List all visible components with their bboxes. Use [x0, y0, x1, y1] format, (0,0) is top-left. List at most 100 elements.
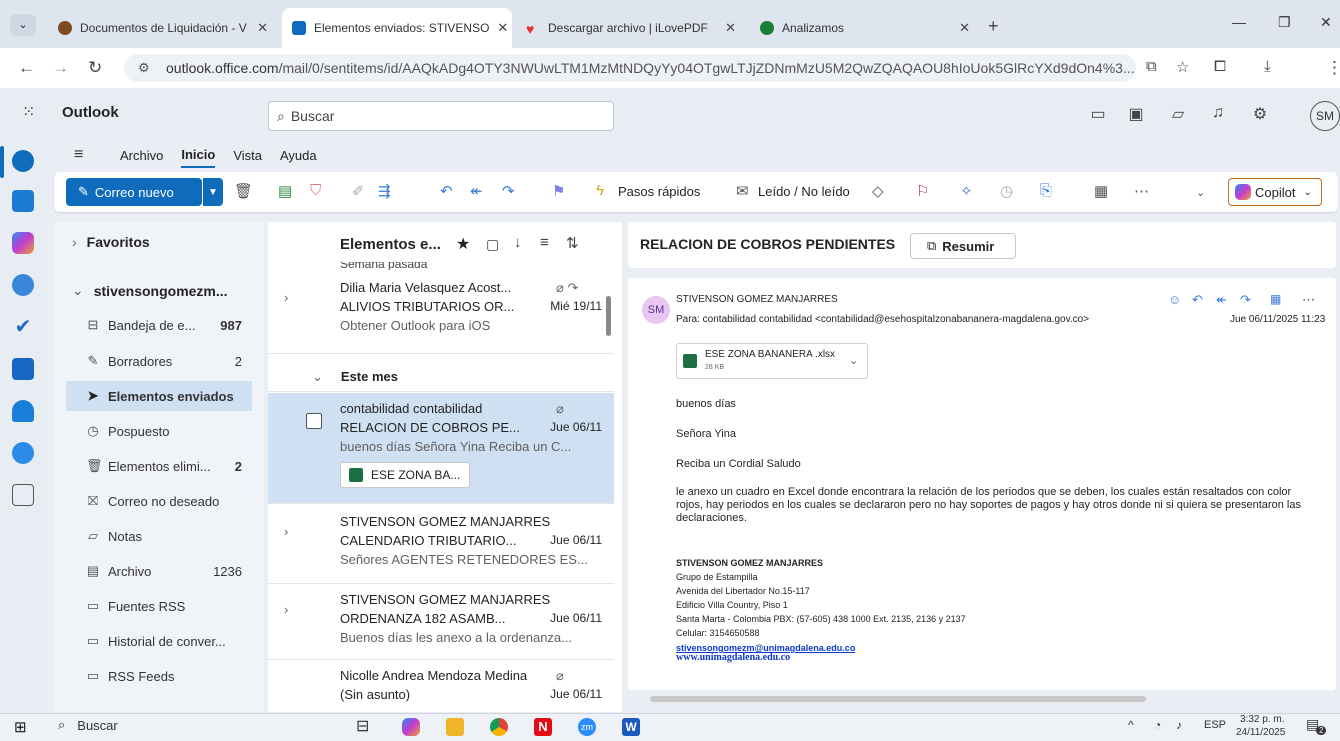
folder-snoozed[interactable]: ◷ Pospuesto: [66, 416, 252, 446]
close-tab-icon[interactable]: ✕: [257, 20, 268, 36]
message-item-1[interactable]: › ⌀ ↷ Dilia Maria Velasquez Acost... ALI…: [268, 272, 614, 354]
move-to-icon[interactable]: ⇶: [378, 182, 391, 200]
forward-mail-icon[interactable]: ↷: [502, 182, 515, 200]
chevron-down-icon[interactable]: ⌄: [849, 354, 858, 367]
install-app-icon[interactable]: ⧉: [1146, 58, 1157, 75]
apps-icon[interactable]: ▦: [1094, 182, 1108, 200]
teams-share-icon[interactable]: ⚑: [552, 182, 565, 200]
expand-chevron-icon[interactable]: ›: [284, 602, 288, 617]
more-apps-icon[interactable]: [12, 484, 34, 506]
meet-now-icon[interactable]: ▭: [1086, 104, 1110, 128]
group-header-this-month[interactable]: ⌄ Este mes: [268, 362, 614, 392]
my-day-icon[interactable]: ▱: [1166, 104, 1190, 128]
browser-tab-1[interactable]: Documentos de Liquidación - V ✕: [48, 8, 278, 48]
new-mail-dropdown[interactable]: ▼: [203, 178, 223, 206]
tab-vista[interactable]: Vista: [233, 144, 262, 167]
folder-deleted[interactable]: 🗑 Elementos elimi... 2: [66, 451, 252, 481]
report-icon[interactable]: ⛉: [310, 182, 321, 199]
forward-mail-icon[interactable]: ↷: [1240, 292, 1251, 308]
bookmark-star-icon[interactable]: ☆: [1176, 58, 1189, 76]
clock-time[interactable]: 3:32 p. m.: [1240, 714, 1284, 725]
filter-icon[interactable]: ≡: [540, 234, 549, 251]
start-windows-icon[interactable]: ⊞: [14, 718, 27, 736]
tag-icon[interactable]: ◇: [872, 182, 884, 200]
tab-ayuda[interactable]: Ayuda: [280, 144, 317, 167]
tab-inicio[interactable]: Inicio: [181, 143, 216, 168]
account-header[interactable]: ⌄ stivensongomezm...: [72, 282, 228, 299]
expand-chevron-icon[interactable]: ›: [284, 290, 288, 305]
browser-tab-4[interactable]: Analizamos ✕: [750, 8, 980, 48]
select-checkbox[interactable]: [306, 413, 322, 429]
expand-chevron-icon[interactable]: ›: [284, 524, 288, 539]
emoji-react-icon[interactable]: ☺: [1168, 292, 1181, 307]
wifi-icon[interactable]: ◔: [1154, 718, 1161, 732]
browser-menu-icon[interactable]: ⋮: [1326, 58, 1340, 78]
select-icon[interactable]: ▢: [486, 236, 499, 253]
folder-conversation-history[interactable]: ▭ Historial de conver...: [66, 626, 252, 656]
mail-icon[interactable]: [12, 150, 34, 172]
sweep-icon[interactable]: ✐: [352, 182, 365, 200]
pin-icon[interactable]: ✧: [960, 182, 973, 200]
hamburger-menu-icon[interactable]: ≡: [74, 146, 83, 164]
folder-archive[interactable]: ▤ Archivo 1236: [66, 556, 252, 586]
folder-rss-feeds[interactable]: ▭ RSS Feeds: [66, 661, 252, 691]
app-launcher-icon[interactable]: ⁙: [22, 102, 35, 122]
copilot-button[interactable]: Copilot ⌄: [1228, 178, 1322, 206]
tab-search-icon[interactable]: ⌄: [10, 14, 36, 36]
people-icon[interactable]: [12, 274, 34, 296]
user-avatar[interactable]: SM: [1310, 101, 1340, 131]
folder-sent[interactable]: ➤ Elementos enviados: [66, 381, 252, 411]
message-item-2-selected[interactable]: ⌀ contabilidad contabilidad RELACION DE …: [268, 393, 614, 504]
browser-tab-3[interactable]: ♥ Descargar archivo | iLovePDF ✕: [516, 8, 746, 48]
settings-gear-icon[interactable]: ⚙: [1248, 104, 1272, 128]
message-attachment[interactable]: ESE ZONA BANANERA .xlsx 28 KB ⌄: [676, 343, 868, 379]
snooze-icon[interactable]: ◷: [1000, 182, 1013, 200]
close-tab-icon[interactable]: ✕: [959, 20, 970, 36]
favorite-star-icon[interactable]: ★: [456, 234, 470, 254]
summarize-button[interactable]: ⧉ Resumir: [910, 233, 1016, 259]
restore-icon[interactable]: ❐: [1278, 14, 1291, 31]
back-icon[interactable]: ←: [18, 58, 35, 78]
archive-icon[interactable]: ▤: [278, 182, 292, 200]
favorites-header[interactable]: › Favoritos: [72, 234, 150, 250]
onedrive-icon[interactable]: [12, 442, 34, 464]
attachment-chip[interactable]: ESE ZONA BA...: [340, 462, 470, 488]
quick-steps-button[interactable]: Pasos rápidos: [618, 184, 700, 199]
rules-icon[interactable]: ⎘: [1040, 182, 1052, 199]
file-explorer-icon[interactable]: [446, 718, 464, 736]
volume-icon[interactable]: ♪: [1176, 718, 1182, 732]
zoom-icon[interactable]: zm: [578, 718, 596, 736]
minimize-icon[interactable]: —: [1232, 14, 1246, 30]
download-icon[interactable]: ⤓: [1264, 58, 1271, 75]
folder-drafts[interactable]: ✎ Borradores 2: [66, 346, 252, 376]
read-unread-button[interactable]: Leído / No leído: [758, 184, 850, 199]
word-app-icon[interactable]: [12, 358, 34, 380]
forward-icon[interactable]: →: [52, 58, 69, 78]
teams-icon[interactable]: ▣: [1124, 104, 1148, 128]
clock-date[interactable]: 24/11/2025: [1236, 727, 1285, 738]
folder-inbox[interactable]: ⊟ Bandeja de e... 987: [66, 310, 252, 340]
reload-icon[interactable]: ↻: [88, 58, 102, 78]
new-tab-icon[interactable]: +: [988, 16, 999, 37]
site-info-icon[interactable]: ⚙: [138, 60, 150, 76]
more-options-icon[interactable]: ⋯: [1302, 292, 1315, 308]
close-window-icon[interactable]: ✕: [1320, 14, 1332, 31]
sender-name[interactable]: STIVENSON GOMEZ MANJARRES: [676, 294, 838, 305]
sort-icon[interactable]: ⇅: [566, 234, 579, 252]
close-tab-icon[interactable]: ✕: [725, 20, 736, 36]
message-item-3[interactable]: › STIVENSON GOMEZ MANJARRES CALENDARIO T…: [268, 506, 614, 584]
ribbon-expand-icon[interactable]: ⌄: [1196, 186, 1205, 199]
read-unread-icon[interactable]: ✉: [736, 182, 749, 200]
folder-rss[interactable]: ▭ Fuentes RSS: [66, 591, 252, 621]
folder-junk[interactable]: ⛝ Correo no deseado: [66, 486, 252, 516]
browser-tab-2[interactable]: Elementos enviados: STIVENSO ✕: [282, 8, 512, 48]
flag-icon[interactable]: ⚐: [916, 182, 929, 200]
task-view-icon[interactable]: ⊟: [356, 716, 369, 736]
url-field[interactable]: ⚙ outlook.office.com/mail/0/sentitems/id…: [124, 54, 1136, 82]
search-input[interactable]: ⌕ Buscar: [268, 101, 614, 131]
jump-to-icon[interactable]: ↓: [514, 234, 522, 251]
reply-all-icon[interactable]: ↞: [470, 182, 483, 200]
copilot-taskbar-icon[interactable]: [402, 718, 420, 736]
new-mail-button[interactable]: ✎ Correo nuevo: [66, 178, 202, 206]
netflix-icon[interactable]: N: [534, 718, 552, 736]
